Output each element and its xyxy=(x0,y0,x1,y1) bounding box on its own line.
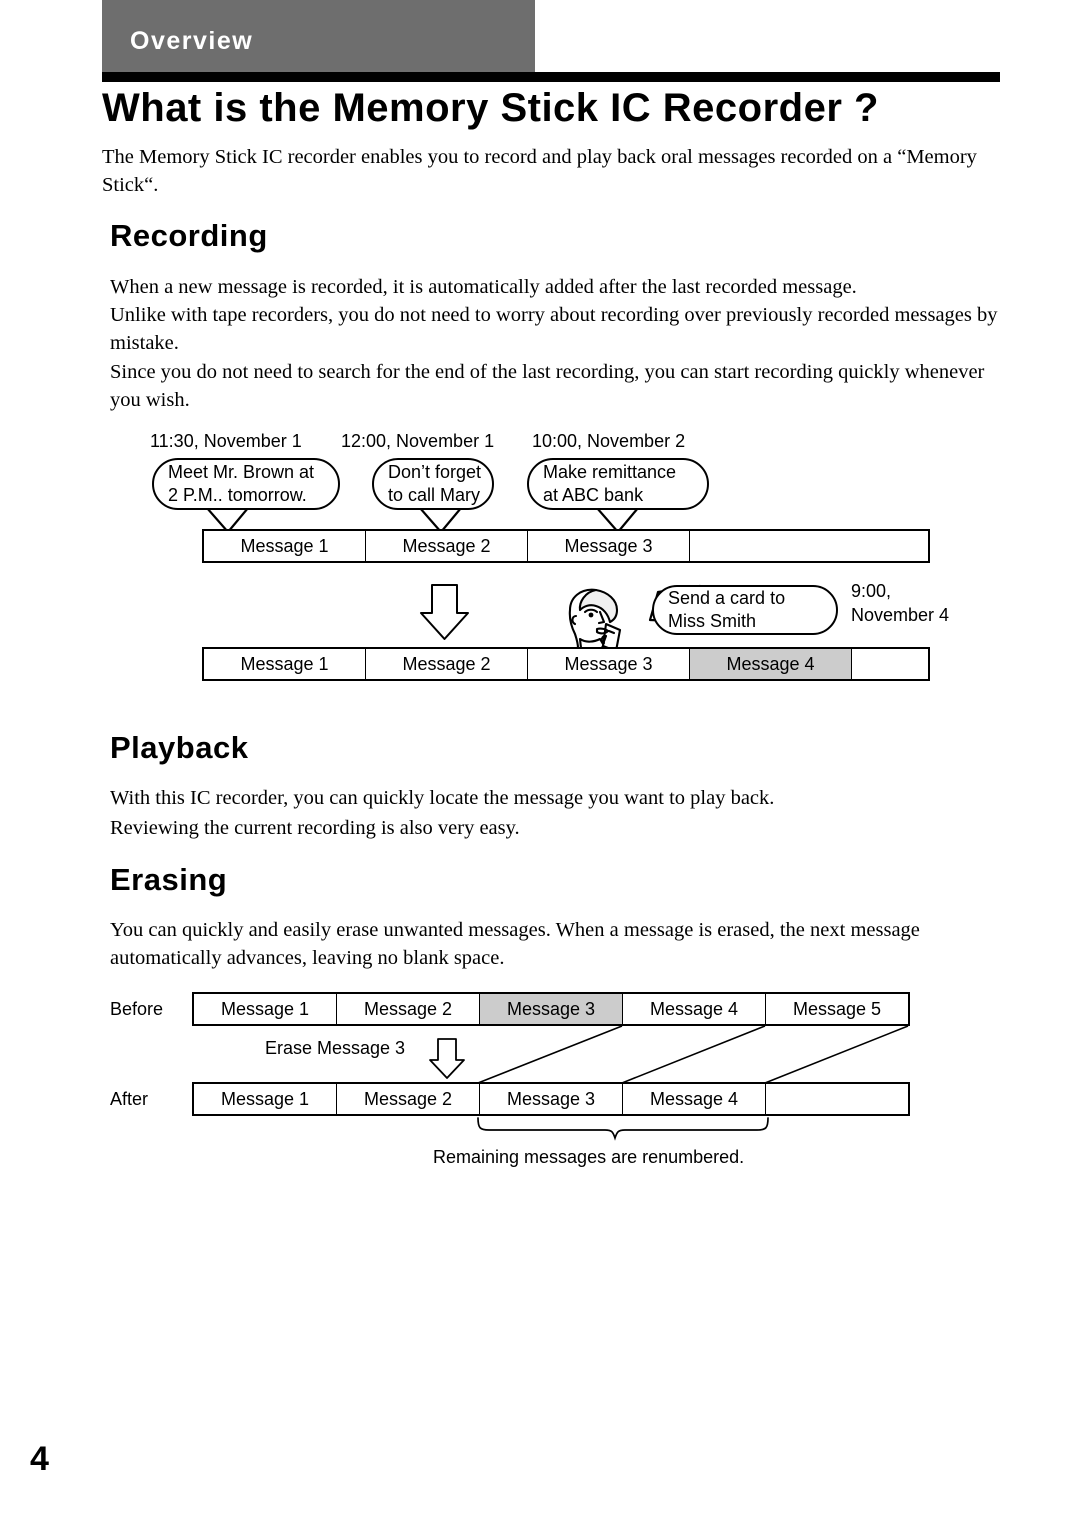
erase-action-label: Erase Message 3 xyxy=(265,1038,406,1058)
new-message-timestamp-line2: November 4 xyxy=(851,605,950,625)
speech-bubble-3: Make remittance at ABC bank xyxy=(527,458,709,510)
timestamp-1: 11:30, November 1 xyxy=(150,431,302,451)
before-label: Before xyxy=(110,999,164,1019)
message-cell: Message 1 xyxy=(204,649,366,679)
speech-bubble-new-line1: Send a card to xyxy=(668,588,786,608)
message-cell: Message 1 xyxy=(194,994,337,1024)
section-heading-erasing: Erasing xyxy=(110,862,228,897)
timestamp-2: 12:00, November 1 xyxy=(341,431,495,451)
message-cell: Message 2 xyxy=(366,649,528,679)
renumber-caption: Remaining messages are renumbered. xyxy=(433,1147,745,1167)
message-cell: Message 3 xyxy=(528,649,690,679)
message-cell-empty xyxy=(852,649,928,679)
message-cell-highlighted: Message 4 xyxy=(690,649,852,679)
intro-paragraph: The Memory Stick IC recorder enables you… xyxy=(102,146,977,196)
playback-paragraph-1: With this IC recorder, you can quickly l… xyxy=(110,787,775,809)
message-cell: Message 5 xyxy=(766,994,908,1024)
recording-paragraph-3: Since you do not need to search for the … xyxy=(110,361,985,411)
playback-paragraph-2: Reviewing the current recording is also … xyxy=(110,817,520,839)
message-cell-empty xyxy=(766,1084,908,1114)
message-cell: Message 2 xyxy=(366,531,528,561)
erasing-row-after: Message 1 Message 2 Message 3 Message 4 xyxy=(192,1082,910,1116)
speech-bubble-2-line2: to call Mary xyxy=(388,485,481,505)
overview-tab: Overview xyxy=(102,0,535,72)
speech-bubble-2: Don’t forget to call Mary xyxy=(372,458,494,510)
overview-tab-label: Overview xyxy=(130,27,254,55)
after-label: After xyxy=(110,1089,149,1109)
speech-bubble-3-line1: Make remittance xyxy=(543,462,677,482)
section-heading-playback: Playback xyxy=(110,730,249,765)
erasing-row-before: Message 1 Message 2 Message 3 Message 4 … xyxy=(192,992,910,1026)
message-cell: Message 2 xyxy=(337,1084,480,1114)
message-cell-empty xyxy=(690,531,928,561)
message-cell: Message 3 xyxy=(528,531,690,561)
recording-paragraph-1: When a new message is recorded, it is au… xyxy=(110,276,857,298)
message-cell-highlighted: Message 3 xyxy=(480,994,623,1024)
page-number: 4 xyxy=(30,1440,49,1478)
message-cell: Message 4 xyxy=(623,1084,766,1114)
section-heading-recording: Recording xyxy=(110,218,268,253)
message-cell: Message 4 xyxy=(623,994,766,1024)
message-cell: Message 2 xyxy=(337,994,480,1024)
message-cell: Message 3 xyxy=(480,1084,623,1114)
recording-paragraph-2: Unlike with tape recorders, you do not n… xyxy=(110,304,998,354)
speech-bubble-new-message: Send a card to Miss Smith xyxy=(652,585,838,635)
erasing-paragraph-1: You can quickly and easily erase unwante… xyxy=(110,919,920,969)
header-rule xyxy=(102,72,1000,82)
speech-bubble-3-line2: at ABC bank xyxy=(543,485,644,505)
timestamp-3: 10:00, November 2 xyxy=(532,431,686,451)
speech-bubble-1: Meet Mr. Brown at 2 P.M.. tomorrow. xyxy=(152,458,340,510)
speech-bubble-1-line1: Meet Mr. Brown at xyxy=(168,462,315,482)
new-message-timestamp-line1: 9:00, xyxy=(851,581,892,601)
message-cell: Message 1 xyxy=(204,531,366,561)
page-title: What is the Memory Stick IC Recorder ? xyxy=(102,86,879,130)
speech-bubble-1-line2: 2 P.M.. tomorrow. xyxy=(168,485,307,505)
message-cell: Message 1 xyxy=(194,1084,337,1114)
recording-row-before: Message 1 Message 2 Message 3 xyxy=(202,529,930,563)
speech-bubble-2-line1: Don’t forget xyxy=(388,462,482,482)
speech-bubble-new-line2: Miss Smith xyxy=(668,611,757,631)
recording-row-after: Message 1 Message 2 Message 3 Message 4 xyxy=(202,647,930,681)
